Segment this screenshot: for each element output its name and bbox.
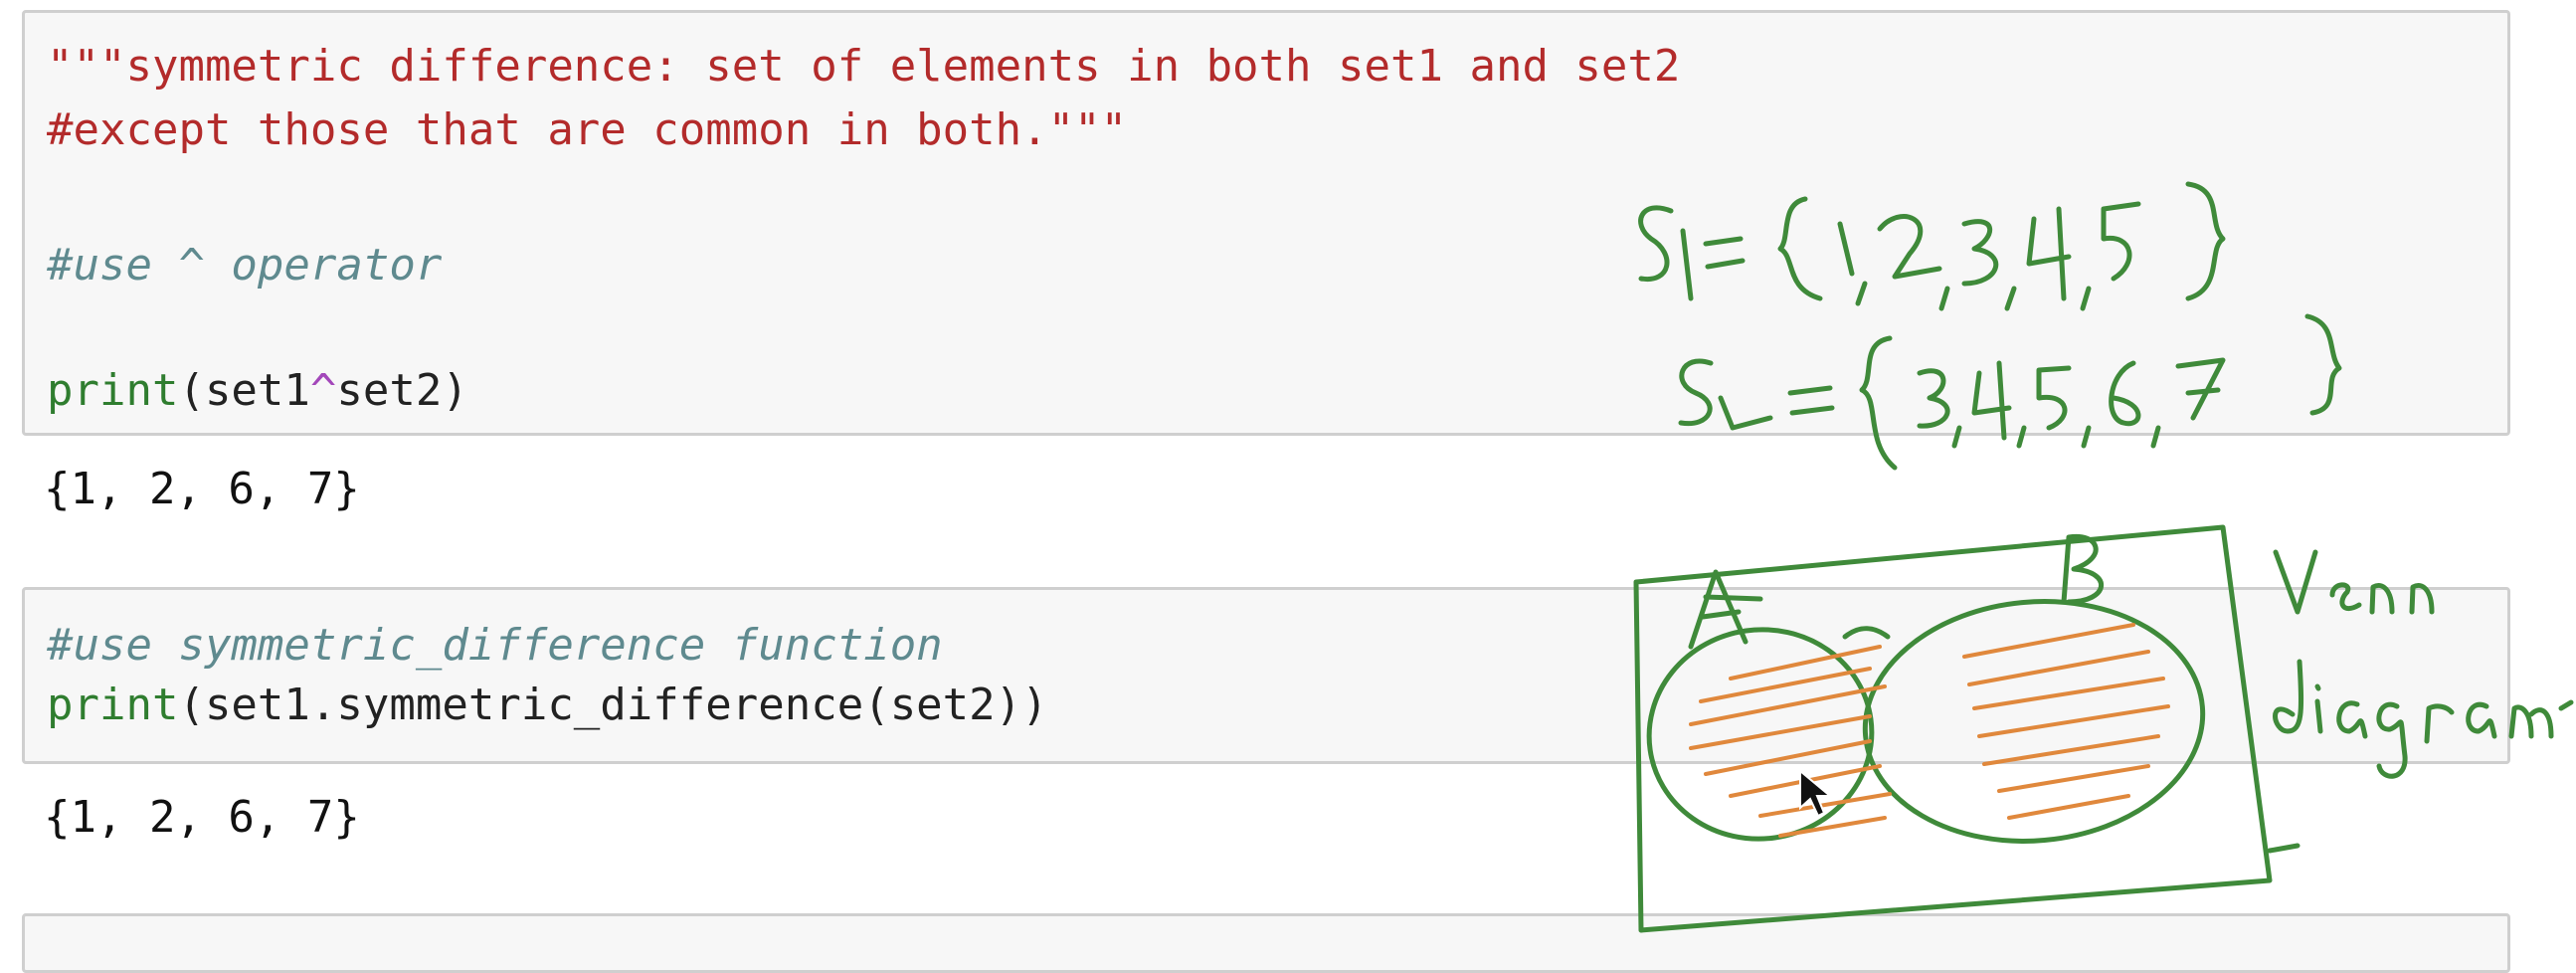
handwritten-annotation — [1633, 181, 2574, 933]
